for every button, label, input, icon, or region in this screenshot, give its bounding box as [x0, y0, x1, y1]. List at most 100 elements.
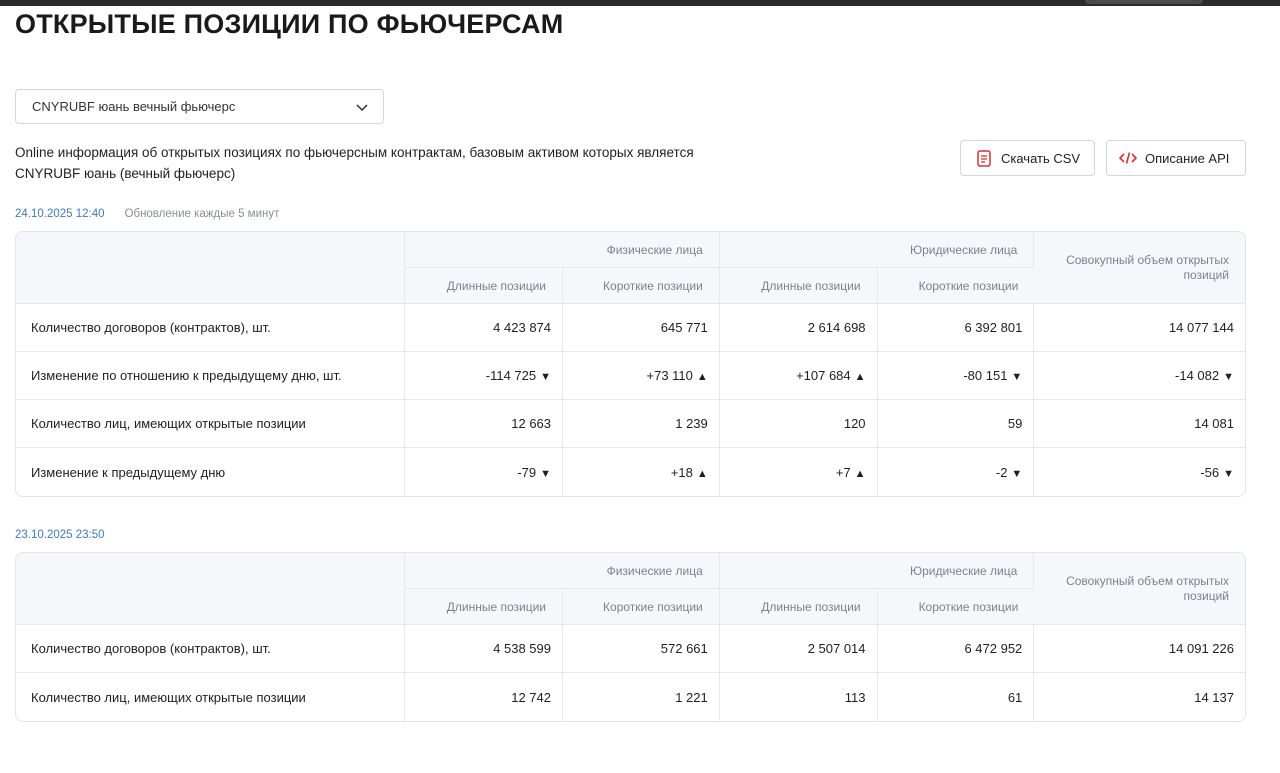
cell-value: 14 077 144 [1168, 320, 1234, 335]
api-description-label: Описание API [1145, 150, 1230, 166]
cell-value: 14 081 [1194, 416, 1234, 431]
table-cell: 4 423 874 [405, 304, 564, 352]
row-label: Изменение по отношению к предыдущему дню… [16, 352, 406, 400]
current-date: 24.10.2025 12:40 [15, 208, 105, 220]
cell-value: +107 684 [796, 368, 851, 383]
document-icon [975, 149, 993, 167]
table-cell: 6 472 952 [877, 625, 1035, 673]
current-positions-table: Физические лица Юридические лица Совокуп… [15, 231, 1246, 497]
cell-value: 2 507 014 [807, 641, 866, 656]
header-individuals: Физические лица [405, 232, 720, 268]
cell-value: 61 [1007, 689, 1023, 705]
row-label: Количество договоров (контрактов), шт. [16, 304, 406, 352]
cell-value: 4 423 874 [493, 320, 552, 335]
cell-value: -14 082 [1175, 368, 1220, 383]
table-row: Количество лиц, имеющих открытые позиции… [16, 673, 1245, 721]
download-csv-label: Скачать CSV [1001, 150, 1081, 166]
browser-top-bar [0, 0, 1280, 6]
cell-value: 6 472 952 [964, 641, 1023, 656]
top-bar-tab [1085, 0, 1203, 4]
table-cell: 2 614 698 [719, 304, 878, 352]
update-note: Обновление каждые 5 минут [124, 208, 280, 220]
cell-value: +7 [835, 464, 851, 480]
table-cell: 12 742 [405, 673, 563, 721]
api-description-button[interactable]: Описание API [1106, 140, 1246, 176]
cell-value: 2 614 698 [807, 320, 866, 335]
previous-positions-table: Физические лица Юридические лица Совокуп… [15, 552, 1246, 722]
cell-value: 12 742 [511, 689, 551, 705]
table-row: Изменение по отношению к предыдущему дню… [16, 352, 1245, 400]
triangle-down-icon: ▼ [540, 371, 552, 383]
table-cell: -2 ▼ [878, 448, 1035, 496]
table-cell: 113 [720, 673, 878, 721]
table-row: Количество лиц, имеющих открытые позиции… [16, 400, 1245, 448]
table-cell: +18 ▲ [563, 448, 720, 496]
table-cell: -14 082 ▼ [1034, 352, 1245, 400]
row-label: Изменение к предыдущему дню [16, 448, 406, 496]
header-long: Длинные позиции [719, 589, 878, 625]
header-short: Короткие позиции [877, 268, 1035, 304]
table-cell: 645 771 [563, 304, 720, 352]
table-row: Количество договоров (контрактов), шт. 4 … [16, 625, 1245, 673]
table-cell: -56 ▼ [1034, 448, 1245, 496]
current-meta: 24.10.2025 12:40 Обновление каждые 5 мин… [15, 208, 279, 220]
cell-value: 120 [843, 416, 866, 431]
cell-value: 113 [844, 689, 866, 705]
header-long: Длинные позиции [405, 589, 563, 625]
triangle-up-icon: ▲ [854, 467, 866, 480]
triangle-down-icon: ▼ [1011, 371, 1023, 383]
table-cell: -80 151 ▼ [877, 352, 1035, 400]
chevron-down-icon [356, 104, 368, 112]
cell-value: 12 663 [511, 416, 552, 431]
header-long: Длинные позиции [719, 268, 878, 304]
table-cell: 14 081 [1034, 400, 1245, 448]
table-cell: -79 ▼ [405, 448, 564, 496]
header-short: Короткие позиции [563, 268, 720, 304]
cell-value: -80 151 [963, 368, 1008, 383]
previous-meta: 23.10.2025 23:50 [15, 529, 105, 541]
triangle-up-icon: ▲ [854, 371, 866, 383]
cell-value: 59 [1007, 416, 1023, 431]
triangle-down-icon: ▼ [1011, 467, 1023, 480]
triangle-up-icon: ▲ [696, 371, 708, 383]
cell-value: -2 [995, 464, 1008, 480]
table-cell: +7 ▲ [720, 448, 878, 496]
table-cell: 61 [878, 673, 1035, 721]
header-short: Короткие позиции [563, 589, 720, 625]
previous-date: 23.10.2025 23:50 [15, 529, 105, 541]
futures-select-value: CNYRUBF юань вечный фьючерс [32, 99, 236, 114]
table-row: Изменение к предыдущему дню -79 ▼ +18 ▲ +7 ▲ -2… [16, 448, 1245, 496]
table-cell: 6 392 801 [877, 304, 1035, 352]
cell-value: 14 091 226 [1168, 641, 1234, 656]
row-label: Количество лиц, имеющих открытые позиции [16, 400, 406, 448]
header-legal: Юридические лица [719, 232, 1035, 268]
table-cell: 14 091 226 [1034, 625, 1245, 673]
cell-value: 1 221 [675, 689, 708, 705]
cell-value: +18 [670, 464, 693, 480]
table-cell: +73 110 ▲ [563, 352, 720, 400]
row-label: Количество договоров (контрактов), шт. [16, 625, 406, 673]
futures-select[interactable]: CNYRUBF юань вечный фьючерс [15, 89, 384, 124]
table-cell: -114 725 ▼ [405, 352, 564, 400]
cell-value: +73 110 [646, 368, 693, 383]
triangle-down-icon: ▼ [1223, 371, 1234, 383]
table-cell: 572 661 [563, 625, 720, 673]
cell-value: 14 137 [1194, 689, 1234, 705]
table-cell: 12 663 [405, 400, 564, 448]
triangle-down-icon: ▼ [1223, 467, 1234, 480]
header-short: Короткие позиции [877, 589, 1035, 625]
table-cell: 14 137 [1034, 673, 1245, 721]
triangle-up-icon: ▲ [696, 467, 708, 480]
header-legal: Юридические лица [719, 553, 1035, 589]
cell-value: 645 771 [660, 320, 708, 335]
page-title: ОТКРЫТЫЕ ПОЗИЦИИ ПО ФЬЮЧЕРСАМ [15, 9, 564, 39]
table-cell: 120 [719, 400, 878, 448]
cell-value: -114 725 [485, 368, 537, 383]
cell-value: -79 [517, 464, 537, 480]
header-total: Совокупный объем открытых позиций [1034, 553, 1245, 625]
table-cell: 1 239 [563, 400, 720, 448]
header-long: Длинные позиции [405, 268, 564, 304]
cell-value: 572 661 [660, 641, 708, 656]
table-row: Количество договоров (контрактов), шт. 4 … [16, 304, 1245, 352]
download-csv-button[interactable]: Скачать CSV [960, 140, 1095, 176]
